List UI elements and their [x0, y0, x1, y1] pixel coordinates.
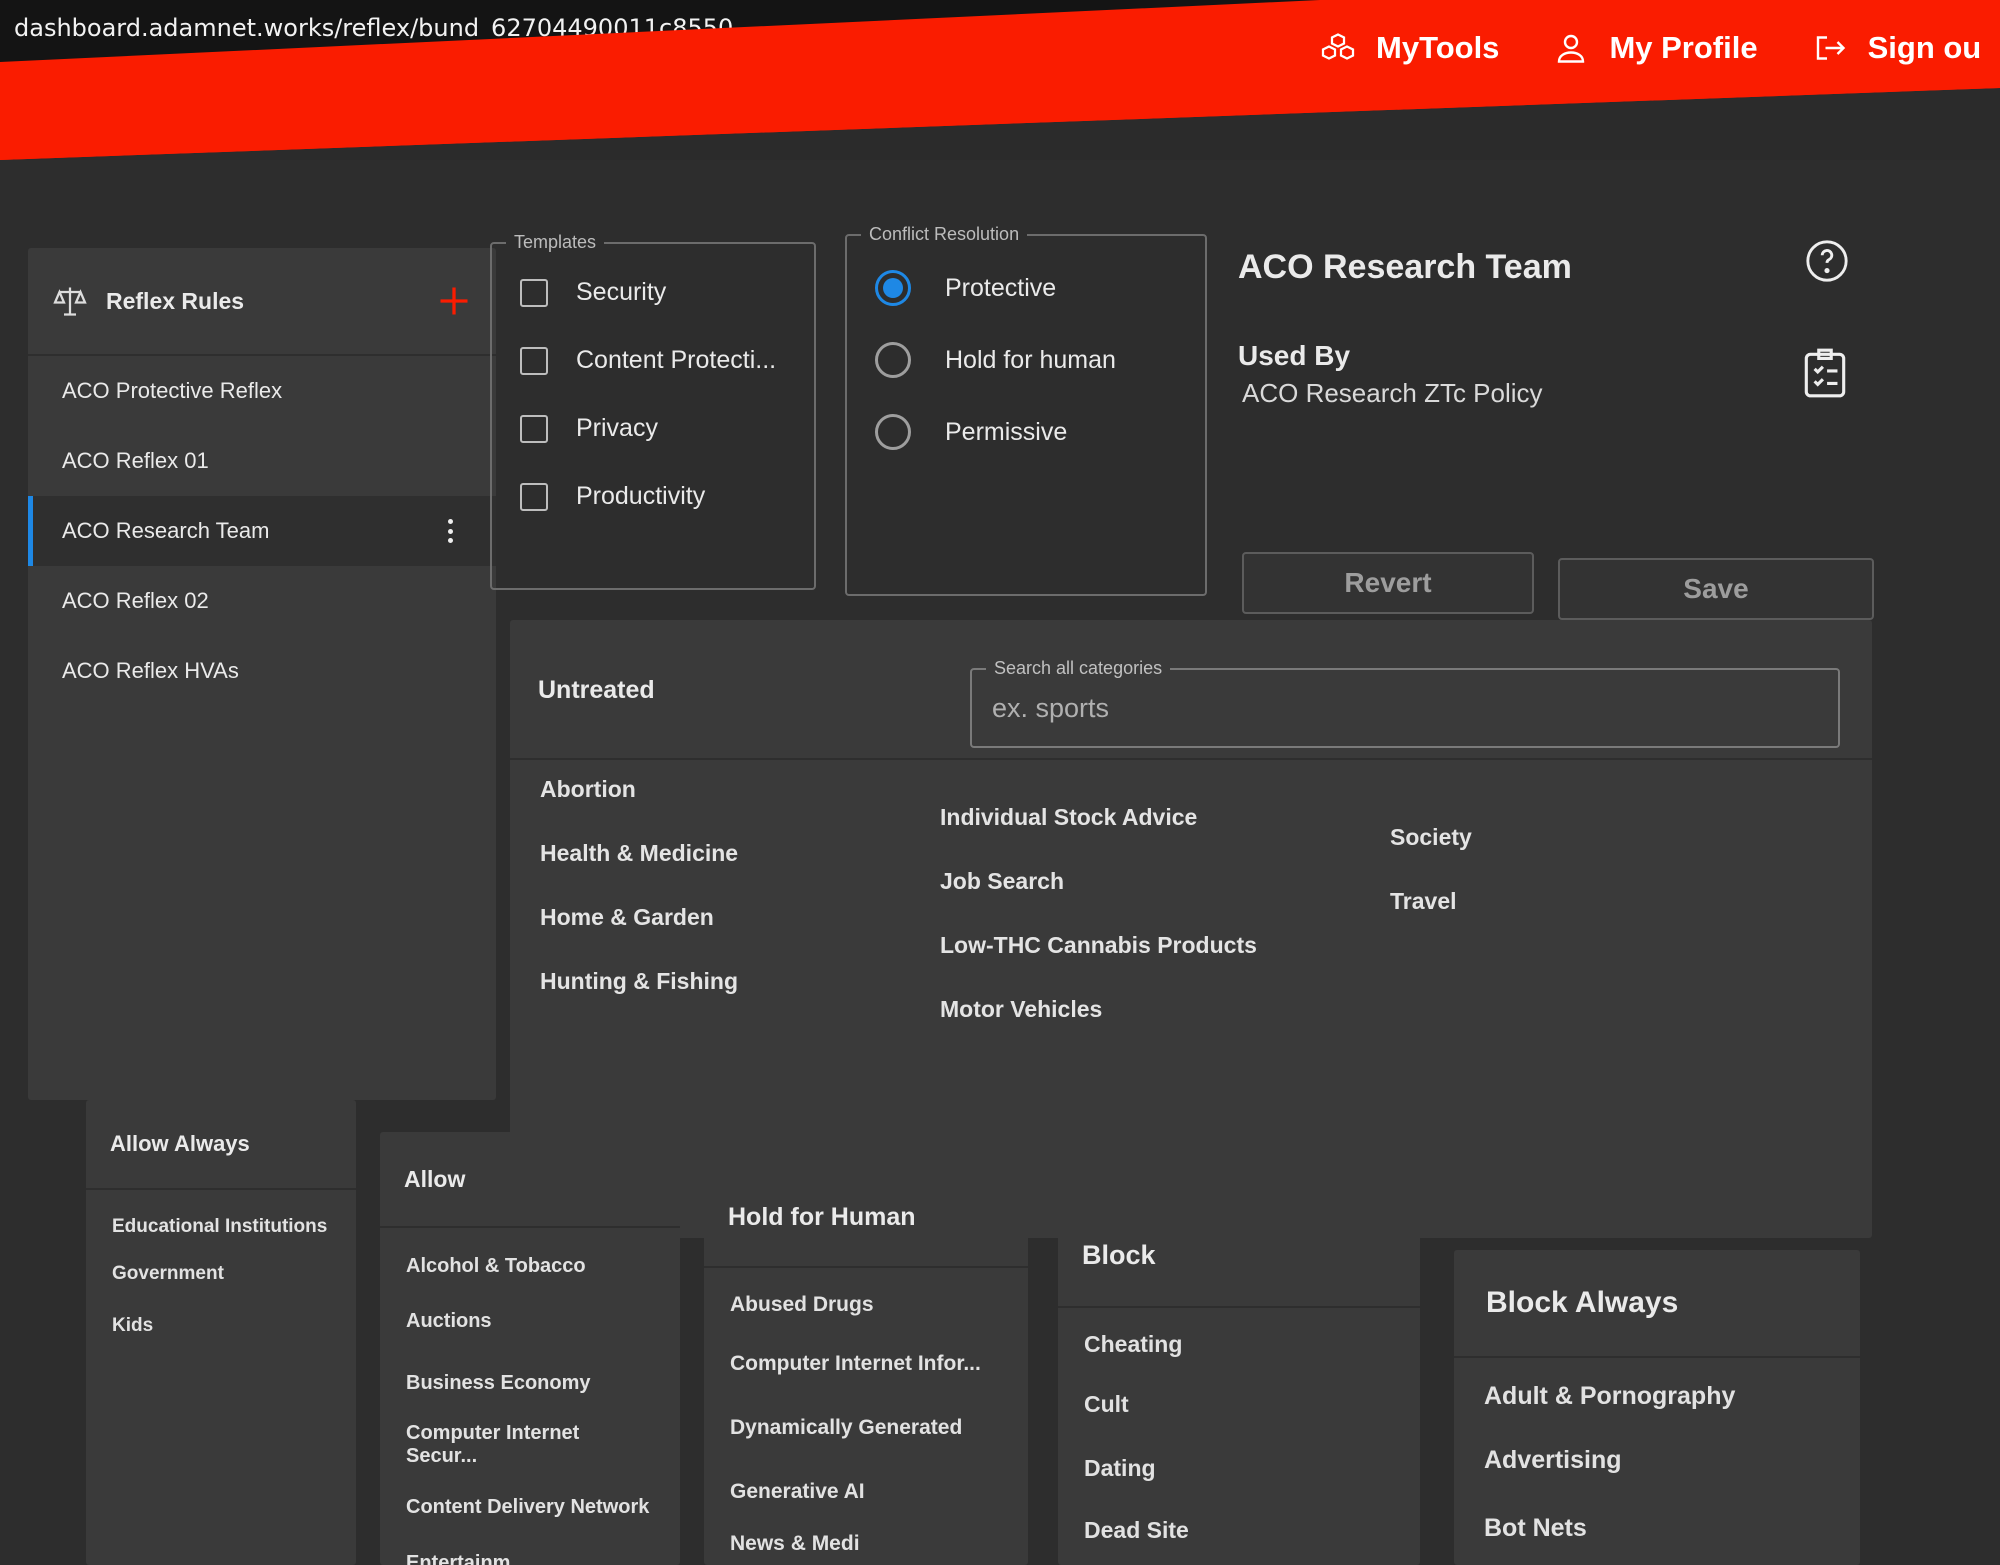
category-item[interactable]: Content Delivery Network: [380, 1476, 680, 1538]
checkbox[interactable]: [520, 278, 548, 307]
hold-for-human-column: Hold for Human Abused Drugs Computer Int…: [704, 1168, 1028, 1565]
save-button[interactable]: Save: [1558, 558, 1874, 620]
category-item[interactable]: Home & Garden: [540, 904, 714, 931]
radio-protective[interactable]: Protective: [875, 270, 1056, 306]
revert-button[interactable]: Revert: [1242, 552, 1534, 614]
profile-label: My Profile: [1609, 30, 1758, 65]
column-title: Allow Always: [86, 1100, 356, 1190]
rule-item[interactable]: ACO Reflex 02: [28, 566, 496, 636]
column-title: Allow: [380, 1132, 680, 1228]
category-item[interactable]: Government: [86, 1248, 356, 1300]
category-item[interactable]: Alcohol & Tobacco: [380, 1228, 680, 1290]
allow-always-column: Allow Always Educational Institutions Go…: [86, 1100, 356, 1565]
reflex-rules-header: Reflex Rules: [28, 248, 496, 356]
search-input[interactable]: [972, 670, 1838, 746]
column-title: Block: [1058, 1204, 1420, 1308]
checkbox[interactable]: [520, 414, 548, 443]
conflict-legend: Conflict Resolution: [861, 224, 1028, 245]
profile-link[interactable]: My Profile: [1553, 30, 1758, 66]
radio[interactable]: [875, 342, 911, 378]
clipboard-icon[interactable]: [1800, 346, 1850, 400]
mytools-link[interactable]: MyTools: [1320, 30, 1499, 66]
category-item[interactable]: Computer Internet Infor...: [704, 1332, 1028, 1396]
category-item[interactable]: Low-THC Cannabis Products: [940, 932, 1257, 959]
block-column: Block Cheating Cult Dating Dead Site: [1058, 1204, 1420, 1565]
rule-item-active[interactable]: ACO Research Team: [28, 496, 496, 566]
category-item[interactable]: Educational Institutions: [86, 1190, 356, 1248]
category-item[interactable]: Abortion: [540, 776, 636, 803]
kebab-icon[interactable]: [438, 516, 462, 546]
category-item[interactable]: Job Search: [940, 868, 1064, 895]
category-item[interactable]: Dating: [1058, 1436, 1420, 1500]
signout-icon: [1816, 36, 1845, 60]
category-item[interactable]: Travel: [1390, 888, 1457, 915]
rule-item[interactable]: ACO Reflex 01: [28, 426, 496, 496]
top-nav: MyTools My Profile Sign ou: [1320, 18, 1981, 78]
rules-list: ACO Protective Reflex ACO Reflex 01 ACO …: [28, 356, 496, 706]
scale-icon: [53, 287, 87, 316]
radio[interactable]: [875, 414, 911, 450]
category-item[interactable]: Motor Vehicles: [940, 996, 1102, 1023]
template-content-protection[interactable]: Content Protecti...: [520, 346, 776, 375]
category-item[interactable]: Advertising: [1454, 1426, 1860, 1494]
untreated-header: Untreated Search all categories: [510, 620, 1872, 760]
used-by-value[interactable]: ACO Research ZTc Policy: [1242, 378, 1543, 409]
allow-column: Allow Alcohol & Tobacco Auctions Busines…: [380, 1132, 680, 1565]
signout-label: Sign ou: [1867, 30, 1982, 65]
rule-item[interactable]: ACO Reflex HVAs: [28, 636, 496, 706]
untreated-panel: Untreated Search all categories Abortion…: [510, 620, 1872, 1238]
category-item[interactable]: Computer Internet Secur...: [380, 1414, 680, 1476]
user-icon: [1558, 34, 1585, 63]
category-item[interactable]: Business Economy: [380, 1352, 680, 1414]
category-item[interactable]: Society: [1390, 824, 1472, 851]
category-item[interactable]: Hunting & Fishing: [540, 968, 738, 995]
block-always-column: Block Always Adult & Pornography Adverti…: [1454, 1250, 1860, 1565]
plus-icon[interactable]: [436, 283, 472, 319]
untreated-title: Untreated: [538, 676, 655, 704]
checkbox[interactable]: [520, 346, 548, 375]
radio-permissive[interactable]: Permissive: [875, 414, 1067, 450]
radio-hold-for-human[interactable]: Hold for human: [875, 342, 1116, 378]
category-item[interactable]: Bot Nets: [1454, 1494, 1860, 1562]
template-privacy[interactable]: Privacy: [520, 414, 658, 443]
rule-item[interactable]: ACO Protective Reflex: [28, 356, 496, 426]
category-item[interactable]: Kids: [86, 1300, 356, 1352]
reflex-rules-panel: Reflex Rules ACO Protective Reflex ACO R…: [28, 248, 496, 1100]
help-icon[interactable]: [1804, 238, 1850, 284]
category-item[interactable]: Health & Medicine: [540, 840, 738, 867]
radio-selected[interactable]: [875, 270, 911, 306]
search-legend: Search all categories: [986, 658, 1171, 679]
search-field[interactable]: Search all categories: [970, 658, 1840, 748]
category-item[interactable]: Auctions: [380, 1290, 680, 1352]
category-item[interactable]: Dead Site: [1058, 1500, 1420, 1560]
rule-title: ACO Research Team: [1238, 248, 1572, 286]
column-title: Block Always: [1454, 1250, 1860, 1358]
category-item[interactable]: Entertainm: [380, 1538, 680, 1565]
checkbox[interactable]: [520, 482, 548, 511]
reflex-rules-title: Reflex Rules: [106, 287, 245, 314]
category-item[interactable]: Adult & Pornography: [1454, 1358, 1860, 1426]
category-item[interactable]: Individual Stock Advice: [940, 804, 1197, 831]
template-security[interactable]: Security: [520, 278, 666, 307]
category-item[interactable]: Cheating: [1058, 1308, 1420, 1372]
templates-legend: Templates: [506, 232, 605, 253]
used-by-label: Used By: [1238, 340, 1351, 371]
conflict-resolution-fieldset: Conflict Resolution Protective Hold for …: [845, 224, 1207, 596]
category-item[interactable]: Abused Drugs: [704, 1268, 1028, 1332]
category-item[interactable]: News & Medi: [704, 1524, 1028, 1564]
category-item[interactable]: Generative AI: [704, 1460, 1028, 1524]
column-title: Hold for Human: [704, 1168, 1028, 1268]
templates-fieldset: Templates Security Content Protecti... P…: [490, 232, 816, 590]
boxes-icon: [1321, 33, 1355, 60]
category-item[interactable]: Cult: [1058, 1372, 1420, 1436]
mytools-label: MyTools: [1376, 30, 1500, 65]
category-item[interactable]: Dynamically Generated: [704, 1396, 1028, 1460]
signout-link[interactable]: Sign ou: [1812, 30, 1982, 66]
template-productivity[interactable]: Productivity: [520, 482, 705, 511]
